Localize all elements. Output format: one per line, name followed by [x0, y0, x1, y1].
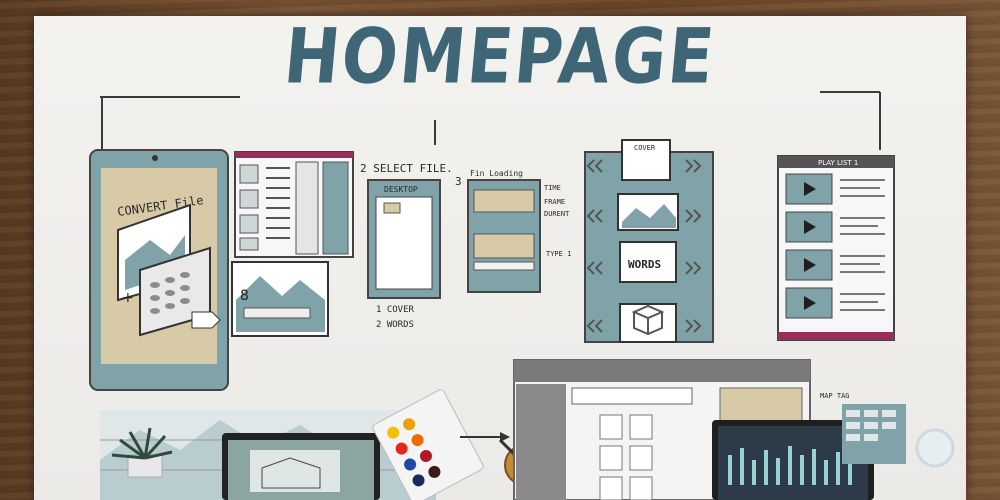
step2-option-2: 2 WORDS — [376, 320, 414, 330]
step2-window-title: DESKTOP — [384, 185, 418, 194]
step3-note-4: TYPE 1 — [546, 250, 571, 258]
bottom-note: MAP TAG — [820, 392, 850, 400]
wireframe-sketches: CONVERT File + 8 2 SELECT FILE. DESKTOP … — [89, 91, 955, 500]
carousel-item-cover: COVER — [634, 144, 656, 152]
carousel-sketch: COVER WORDS — [584, 139, 714, 343]
svg-text:+: + — [122, 290, 134, 306]
guide-lines — [100, 91, 881, 150]
step3-header: Fin Loading — [470, 169, 523, 178]
playlist-title: PLAY LIST 1 — [818, 159, 858, 167]
carousel-item-words: WORDS — [628, 258, 661, 271]
step3-label: 3 — [455, 175, 462, 188]
step2-option-1: 1 COVER — [376, 305, 415, 315]
playlist-sketch: PLAY LIST 1 — [777, 155, 895, 341]
loading-sketch: 3 Fin Loading TIME FRAME DURENT TYPE 1 — [455, 169, 571, 293]
step3-note-2: FRAME — [544, 198, 565, 206]
svg-text:8: 8 — [240, 288, 249, 304]
select-file-sketch: 2 SELECT FILE. DESKTOP 1 COVER 2 WORDS — [360, 162, 453, 330]
columns-sketch: 8 — [231, 151, 354, 337]
water-glass — [915, 428, 955, 468]
tablet-sketch: CONVERT File + — [89, 149, 229, 391]
step2-label: 2 SELECT FILE. — [360, 162, 453, 175]
laptop-left — [222, 433, 380, 500]
step3-note-1: TIME — [544, 184, 561, 192]
step3-note-3: DURENT — [544, 210, 570, 218]
